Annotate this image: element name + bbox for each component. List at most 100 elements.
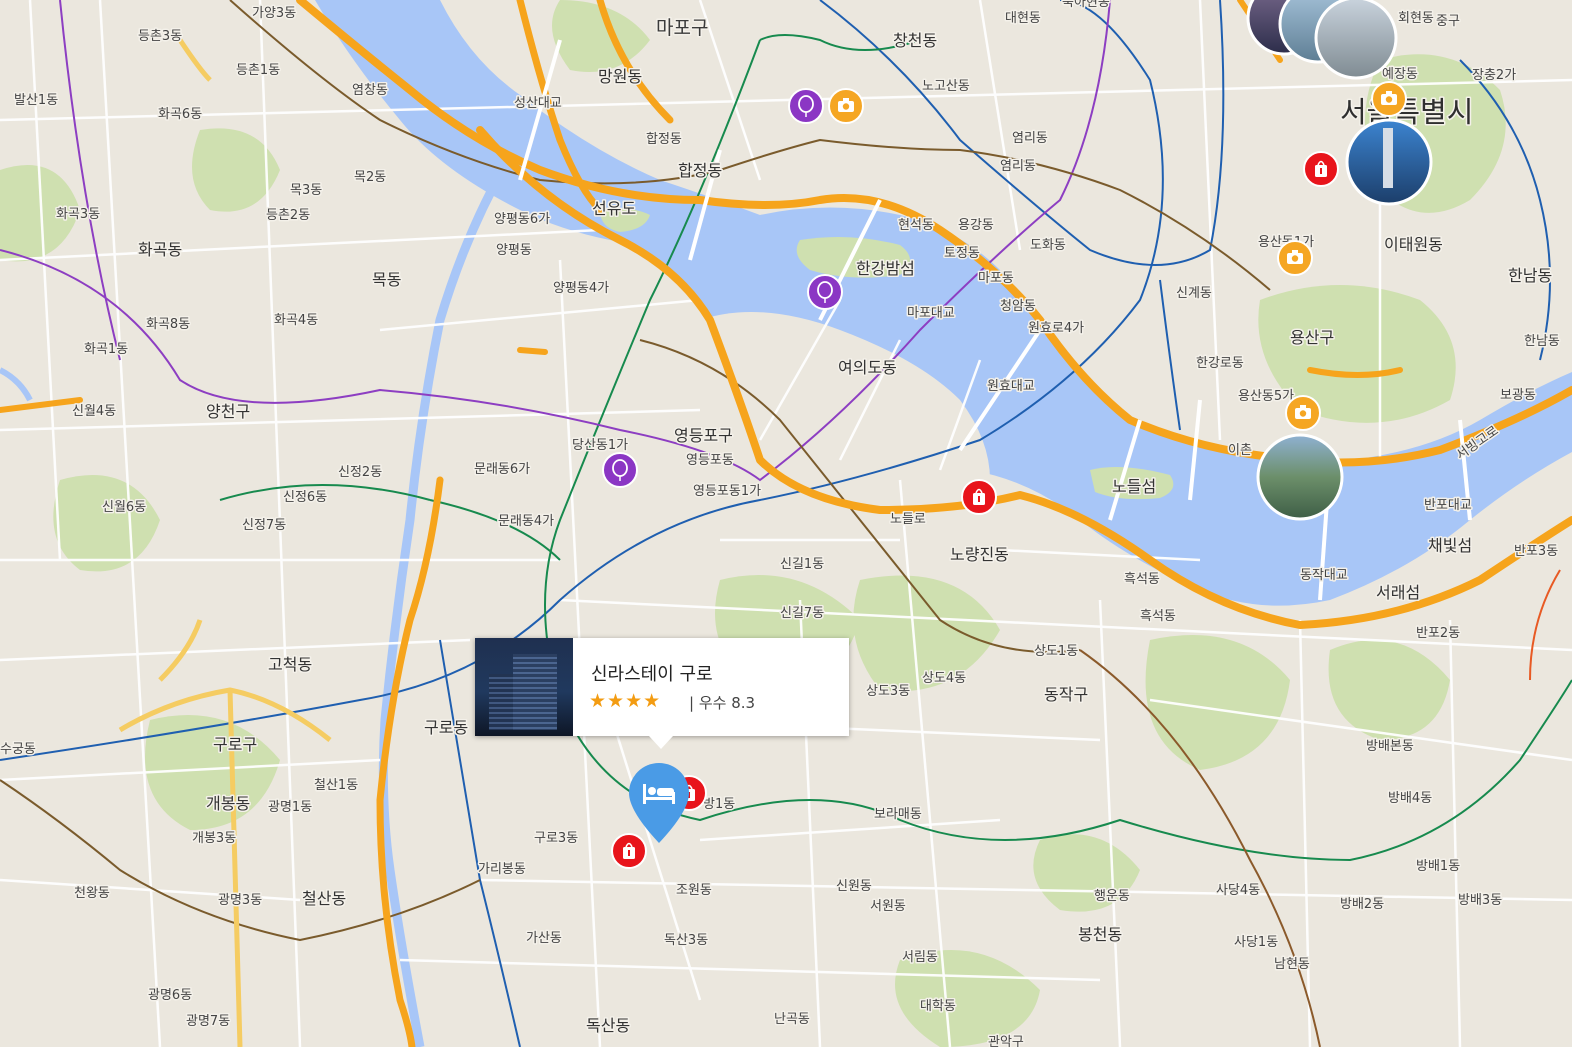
svg-text:신원동: 신원동 — [836, 879, 872, 894]
svg-text:반포2동: 반포2동 — [1416, 626, 1460, 641]
svg-text:화곡4동: 화곡4동 — [274, 313, 318, 328]
svg-text:당산동1가: 당산동1가 — [572, 438, 628, 453]
svg-text:행운동: 행운동 — [1094, 888, 1130, 904]
svg-text:한강밤섬: 한강밤섬 — [856, 259, 915, 278]
svg-text:가산동: 가산동 — [526, 931, 562, 946]
svg-text:신정6동: 신정6동 — [283, 490, 327, 505]
svg-text:문래동4가: 문래동4가 — [498, 514, 554, 529]
svg-text:보광동: 보광동 — [1500, 388, 1536, 403]
svg-text:신정2동: 신정2동 — [338, 465, 382, 480]
svg-text:방배4동: 방배4동 — [1388, 791, 1432, 806]
svg-text:목3동: 목3동 — [290, 183, 322, 198]
svg-text:남현동: 남현동 — [1274, 957, 1310, 972]
map-pin-shop[interactable] — [1303, 151, 1339, 187]
map-pin-photo[interactable] — [1371, 81, 1407, 117]
svg-text:선유도: 선유도 — [592, 199, 636, 218]
svg-text:원효대교: 원효대교 — [987, 379, 1035, 394]
svg-text:상도3동: 상도3동 — [866, 684, 910, 699]
svg-text:서원동: 서원동 — [870, 899, 906, 914]
svg-text:화곡3동: 화곡3동 — [56, 207, 100, 222]
svg-text:용산구: 용산구 — [1290, 328, 1334, 347]
photo-bubble-ichon[interactable] — [1256, 433, 1344, 521]
svg-text:양평동6가: 양평동6가 — [494, 212, 550, 227]
svg-text:구로동: 구로동 — [424, 718, 468, 737]
svg-text:노량진동: 노량진동 — [950, 545, 1009, 564]
svg-text:동작대교: 동작대교 — [1300, 568, 1348, 583]
svg-text:서래섬: 서래섬 — [1376, 583, 1420, 602]
svg-text:방배2동: 방배2동 — [1340, 897, 1384, 912]
hotel-thumbnail[interactable] — [475, 638, 573, 736]
svg-text:독산동: 독산동 — [586, 1016, 630, 1035]
svg-text:한남동: 한남동 — [1524, 334, 1560, 349]
svg-text:반포대교: 반포대교 — [1424, 498, 1472, 513]
hotel-info-popup[interactable]: 신라스테이 구로 ★★★★ | 우수 8.3 — [475, 638, 849, 749]
map-pin-shop[interactable] — [611, 833, 647, 869]
svg-text:방1동: 방1동 — [703, 797, 735, 812]
svg-text:염리동: 염리동 — [1012, 131, 1048, 146]
svg-text:반포3동: 반포3동 — [1514, 544, 1558, 559]
map-pin-attraction[interactable] — [788, 88, 824, 124]
map-pin-attraction[interactable] — [807, 274, 843, 310]
svg-text:고척동: 고척동 — [268, 655, 312, 674]
svg-text:합정동: 합정동 — [678, 161, 722, 180]
svg-text:영등포구: 영등포구 — [674, 426, 733, 445]
svg-text:광명3동: 광명3동 — [218, 893, 262, 908]
svg-text:한강로동: 한강로동 — [1196, 356, 1244, 371]
svg-text:방배1동: 방배1동 — [1416, 859, 1460, 874]
svg-text:가양3동: 가양3동 — [252, 6, 296, 21]
svg-text:신정7동: 신정7동 — [242, 518, 286, 533]
svg-text:구로3동: 구로3동 — [534, 831, 578, 846]
map-pin-photo[interactable] — [828, 88, 864, 124]
svg-text:노들로: 노들로 — [890, 512, 926, 527]
map-pin-shop[interactable] — [961, 479, 997, 515]
label-mapo-gu: 마포구 — [656, 17, 708, 39]
svg-text:신길7동: 신길7동 — [780, 606, 824, 621]
svg-text:가리봉동: 가리봉동 — [478, 862, 526, 877]
svg-text:등촌2동: 등촌2동 — [266, 208, 310, 223]
popup-pointer — [649, 736, 673, 749]
svg-text:개봉동: 개봉동 — [206, 794, 250, 813]
svg-text:상도4동: 상도4동 — [922, 671, 966, 686]
svg-text:노고산동: 노고산동 — [922, 79, 970, 94]
map-pin-photo[interactable] — [1277, 240, 1313, 276]
svg-text:조원동: 조원동 — [676, 883, 712, 898]
svg-text:목2동: 목2동 — [354, 170, 386, 185]
svg-text:염창동: 염창동 — [352, 83, 388, 98]
svg-text:회현동: 회현동 — [1398, 11, 1434, 26]
svg-text:흑석동: 흑석동 — [1140, 609, 1176, 624]
svg-text:영등포동: 영등포동 — [686, 453, 734, 468]
svg-text:천왕동: 천왕동 — [74, 886, 110, 901]
svg-text:영등포동1가: 영등포동1가 — [693, 484, 761, 499]
svg-text:용산동5가: 용산동5가 — [1238, 389, 1294, 404]
svg-text:신월4동: 신월4동 — [72, 404, 116, 419]
svg-text:사당1동: 사당1동 — [1234, 935, 1278, 950]
svg-text:등촌1동: 등촌1동 — [236, 63, 280, 78]
svg-text:화곡6동: 화곡6동 — [158, 107, 202, 122]
svg-text:신계동: 신계동 — [1176, 286, 1212, 301]
svg-text:수궁동: 수궁동 — [0, 742, 36, 757]
photo-bubble[interactable] — [1314, 0, 1398, 80]
svg-text:대현동: 대현동 — [1005, 11, 1041, 26]
svg-text:독산3동: 독산3동 — [664, 933, 708, 948]
svg-text:서림동: 서림동 — [902, 950, 938, 965]
svg-text:마포동: 마포동 — [978, 271, 1014, 286]
map-canvas[interactable]: 마포구 망원동 창천동 대현동 노고산동 염리동 염리동 현석동 용강동 토정동… — [0, 0, 1572, 1047]
map-pin-photo[interactable] — [1285, 395, 1321, 431]
svg-text:도화동: 도화동 — [1030, 238, 1066, 253]
svg-text:이촌: 이촌 — [1228, 443, 1252, 458]
svg-text:철산1동: 철산1동 — [314, 778, 358, 793]
svg-text:보라매동: 보라매동 — [874, 807, 922, 822]
svg-text:사당4동: 사당4동 — [1216, 883, 1260, 898]
svg-text:양평동4가: 양평동4가 — [553, 281, 609, 296]
svg-text:방배본동: 방배본동 — [1366, 739, 1414, 754]
svg-text:봉천동: 봉천동 — [1078, 925, 1122, 944]
svg-text:중구: 중구 — [1436, 14, 1460, 29]
svg-text:장충2가: 장충2가 — [1472, 68, 1516, 83]
hotel-name[interactable]: 신라스테이 구로 — [591, 660, 713, 686]
svg-text:청암동: 청암동 — [1000, 299, 1036, 314]
map-pin-attraction[interactable] — [602, 452, 638, 488]
svg-text:노들섬: 노들섬 — [1112, 477, 1156, 496]
svg-text:광명1동: 광명1동 — [268, 800, 312, 815]
svg-text:등촌3동: 등촌3동 — [138, 29, 182, 44]
svg-text:개봉3동: 개봉3동 — [192, 831, 236, 846]
